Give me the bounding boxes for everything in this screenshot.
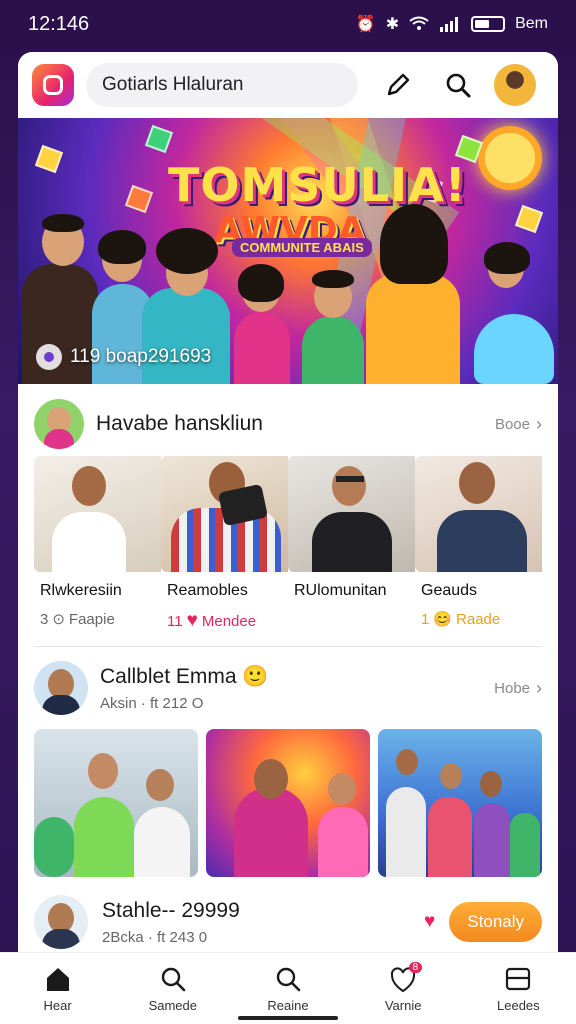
see-more-label: Booe bbox=[494, 415, 530, 433]
home-indicator bbox=[238, 1016, 338, 1020]
stat-label: Mendee bbox=[201, 612, 257, 630]
panel-icon bbox=[503, 964, 533, 994]
section-avatar[interactable] bbox=[34, 661, 88, 715]
photo-card[interactable] bbox=[206, 729, 370, 877]
emoji-icon: 😊 bbox=[433, 611, 453, 628]
video-title: RUlomunitan bbox=[294, 582, 387, 599]
video-thumbnail[interactable] bbox=[161, 456, 288, 572]
heart-icon[interactable]: ♥ bbox=[424, 911, 435, 933]
chevron-right-icon: › bbox=[536, 677, 542, 698]
status-carrier: Bem bbox=[515, 15, 548, 32]
see-more-link[interactable]: Hobe › bbox=[494, 678, 542, 699]
hero-person bbox=[230, 254, 294, 384]
video-card[interactable]: Rlwkeresiin 3 ⊙ Faapie bbox=[34, 456, 161, 632]
alarm-icon: ⏰ bbox=[355, 16, 376, 33]
app-logo[interactable] bbox=[32, 64, 74, 106]
see-more-label: Hobe bbox=[494, 679, 530, 697]
bluetooth-icon: ✱ bbox=[385, 16, 400, 33]
video-thumbnail[interactable] bbox=[34, 456, 161, 572]
battery-icon bbox=[471, 16, 506, 32]
clock-icon: ⊙ bbox=[52, 611, 65, 628]
section-title-text: Callblet Emma bbox=[100, 664, 237, 688]
stat-label: Faapie bbox=[68, 610, 115, 628]
creator-avatar[interactable] bbox=[34, 895, 88, 949]
creator-subtitle: 2Bcka · ft 243 0 bbox=[102, 928, 208, 946]
nav-home[interactable]: Hear bbox=[13, 964, 103, 1013]
section-header: Havabe hanskliun Booe › bbox=[18, 392, 558, 456]
status-time: 12:146 bbox=[28, 12, 90, 35]
search-placeholder: Gotiarls Hlaluran bbox=[102, 74, 244, 95]
video-thumbnail[interactable] bbox=[288, 456, 415, 572]
nav-explore[interactable]: Reaine bbox=[243, 964, 333, 1013]
hero-stats-text: 119 boap291693 bbox=[70, 346, 212, 367]
profile-avatar[interactable] bbox=[494, 64, 536, 106]
nav-label: Varnie bbox=[384, 998, 422, 1013]
video-stat: 11 ♥ Mendee bbox=[167, 610, 288, 632]
emoji-icon: 🙂 bbox=[242, 664, 269, 688]
nav-library[interactable]: Leedes bbox=[473, 964, 563, 1013]
status-bar: 12:146 ⏰ ✱ Bem bbox=[0, 0, 576, 48]
section-title: Callblet Emma 🙂 bbox=[100, 665, 482, 689]
nav-label: Reaine bbox=[267, 998, 309, 1013]
photo-card[interactable] bbox=[378, 729, 542, 877]
hero-person bbox=[468, 234, 558, 384]
bottom-nav: Hear Samede Reaine 8 Varnie Leedes bbox=[0, 952, 576, 1024]
video-title: Geauds bbox=[421, 582, 478, 599]
search-icon bbox=[273, 964, 303, 994]
top-bar: Gotiarls Hlaluran bbox=[18, 52, 558, 118]
status-icons: ⏰ ✱ Bem bbox=[356, 14, 548, 34]
video-stat: 3 ⊙ Faapie bbox=[40, 610, 161, 629]
photo-card[interactable] bbox=[34, 729, 198, 877]
photo-grid bbox=[18, 729, 558, 877]
video-card[interactable]: RUlomunitan bbox=[288, 456, 415, 632]
edit-button[interactable] bbox=[378, 65, 418, 105]
stat-count: 3 bbox=[40, 610, 49, 628]
video-card[interactable]: Reamobles 11 ♥ Mendee bbox=[161, 456, 288, 632]
camera-icon bbox=[43, 75, 63, 95]
heart-icon: ♥ bbox=[186, 610, 198, 631]
nav-search[interactable]: Samede bbox=[128, 964, 218, 1013]
notification-badge: 8 bbox=[408, 962, 423, 973]
nav-notifications[interactable]: 8 Varnie bbox=[358, 962, 448, 1013]
search-icon bbox=[158, 964, 188, 994]
notification-icon: 8 bbox=[388, 962, 423, 994]
chevron-right-icon: › bbox=[536, 413, 542, 434]
video-grid: Rlwkeresiin 3 ⊙ Faapie Reamobles 11 ♥ Me bbox=[18, 456, 558, 632]
hero-banner[interactable]: TOMSULIA! AWVDA COMMUNITE ABAIS 119 boap… bbox=[18, 118, 558, 384]
video-title: Rlwkeresiin bbox=[40, 582, 122, 599]
wifi-icon bbox=[409, 16, 429, 30]
video-card[interactable]: Geauds 1 😊 Raade bbox=[415, 456, 542, 632]
search-icon bbox=[446, 73, 471, 98]
hero-stats: 119 boap291693 bbox=[36, 344, 211, 370]
hero-person bbox=[358, 194, 468, 384]
stat-count: 11 bbox=[167, 612, 183, 630]
video-thumbnail[interactable] bbox=[415, 456, 542, 572]
creator-title: Stahle-- 29999 bbox=[102, 898, 240, 922]
pencil-icon bbox=[387, 73, 410, 96]
follow-button[interactable]: Stonaly bbox=[449, 902, 542, 942]
nav-label: Hear bbox=[43, 998, 72, 1013]
section-subtitle: Aksin · ft 212 O bbox=[100, 694, 204, 712]
section-header: Callblet Emma 🙂 Aksin · ft 212 O Hobe › bbox=[18, 647, 558, 729]
app-window: Gotiarls Hlaluran TOMSULIA! AWVDA COMMUN… bbox=[18, 52, 558, 972]
creator-row: Stahle-- 29999 2Bcka · ft 243 0 ♥ Stonal… bbox=[18, 885, 558, 959]
video-stat: 1 😊 Raade bbox=[421, 610, 542, 629]
search-input[interactable]: Gotiarls Hlaluran bbox=[86, 63, 358, 107]
signal-icon bbox=[440, 17, 459, 32]
stat-count: 1 bbox=[421, 610, 430, 628]
section-title: Havabe hanskliun bbox=[96, 412, 263, 435]
sun-decoration bbox=[478, 126, 542, 190]
nav-label: Samede bbox=[148, 998, 197, 1013]
search-button[interactable] bbox=[438, 65, 478, 105]
video-title: Reamobles bbox=[167, 582, 248, 599]
nav-label: Leedes bbox=[497, 998, 540, 1013]
viewers-icon bbox=[36, 344, 62, 370]
home-icon bbox=[43, 964, 73, 994]
stat-label: Raade bbox=[456, 610, 501, 628]
section-avatar[interactable] bbox=[34, 399, 84, 449]
see-more-link[interactable]: Booe › bbox=[495, 414, 542, 435]
